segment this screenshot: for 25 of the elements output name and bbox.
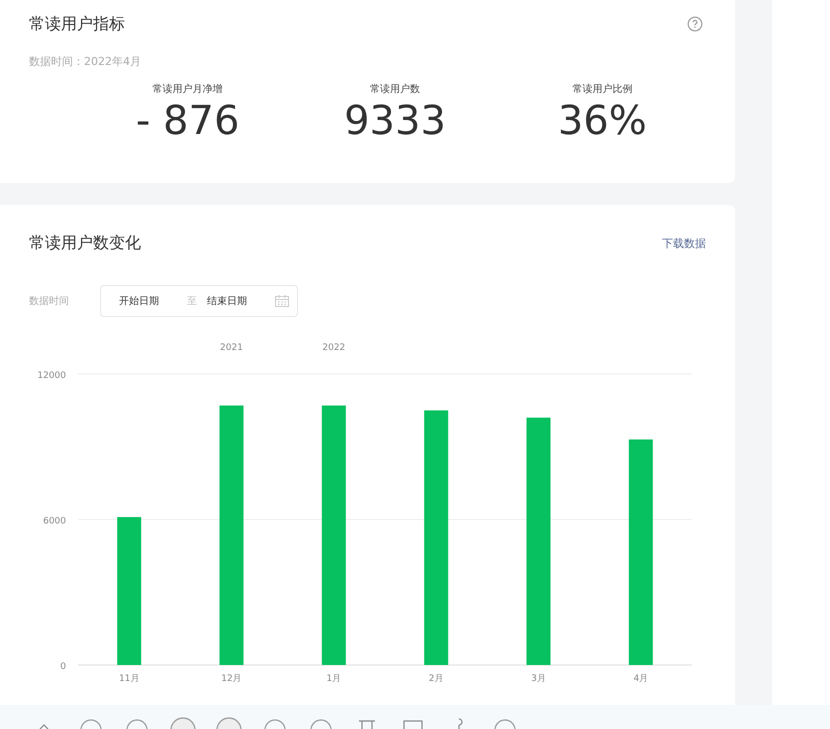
y-axis-label: 0 [60,662,66,672]
y-axis-label: 12000 [37,371,66,381]
calendar-icon[interactable] [275,295,289,307]
metric-value: 9333 [344,98,446,144]
year-label: 2022 [322,343,346,353]
card-title: 常读用户数变化 [29,232,141,254]
year-label: 2021 [220,343,243,353]
metric-label: 常读用户比例 [572,82,632,96]
x-axis-label: 4月 [633,674,648,684]
x-axis-label: 12月 [221,674,242,684]
download-link[interactable]: 下载数据 [662,236,706,250]
metric-value: - 876 [136,98,240,144]
metric-label: 常读用户数 [370,82,420,96]
data-time-text: 数据时间：2022年4月 [29,54,142,69]
filter-label: 数据时间 [29,294,69,308]
metric-label: 常读用户月净增 [152,82,223,96]
card-title: 常读用户指标 [29,14,125,34]
help-icon[interactable] [687,16,703,32]
x-axis-label: 3月 [531,674,546,684]
x-axis-label: 2月 [428,674,444,684]
x-axis-label: 11月 [118,674,140,684]
y-axis-label: 6000 [43,516,66,526]
metric-value: 36% [558,98,647,144]
x-axis-label: 1月 [326,674,342,684]
range-separator: 至 [187,295,197,308]
